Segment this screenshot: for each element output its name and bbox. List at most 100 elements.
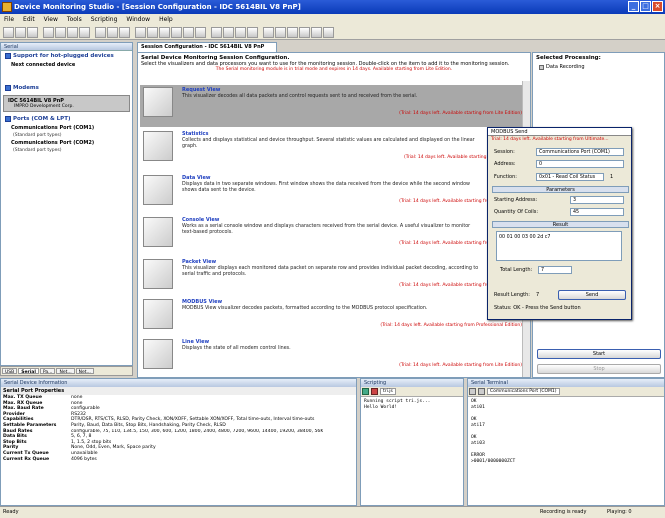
menu-bar: File Edit View Tools Scripting Window He… bbox=[0, 14, 665, 25]
address-select[interactable]: 0 bbox=[536, 160, 624, 168]
port-com1-subtitle: (Standard port types) bbox=[13, 133, 62, 138]
run-icon[interactable] bbox=[362, 388, 369, 395]
property-value: 4096 bytes bbox=[71, 456, 97, 462]
script-tab[interactable]: tri.js bbox=[380, 388, 396, 395]
terminal-tab[interactable]: Communications Port (COM1) bbox=[487, 388, 560, 395]
quantity-input[interactable]: 45 bbox=[570, 208, 624, 216]
stop-icon[interactable] bbox=[195, 27, 206, 38]
session-config-tab[interactable]: Session Configuration - IDC 5614BIL V8 P… bbox=[137, 42, 277, 52]
tab-network-2[interactable]: Net... bbox=[75, 368, 94, 375]
view-item-modbus[interactable]: MODBUS View MODBUS View visualizer decod… bbox=[140, 297, 526, 339]
support-title: Support for hot-plugged devices bbox=[13, 53, 114, 59]
script-output: Running script tri.js... Hello World! bbox=[361, 397, 463, 413]
close-button[interactable]: × bbox=[652, 1, 663, 12]
export-icon[interactable] bbox=[299, 27, 310, 38]
save-icon[interactable] bbox=[27, 27, 38, 38]
tools-icon[interactable] bbox=[263, 27, 274, 38]
selected-processing-title: Selected Processing: bbox=[536, 55, 601, 61]
tab-parallel[interactable]: Pa... bbox=[39, 368, 56, 375]
port-icon bbox=[5, 116, 11, 122]
play-icon[interactable] bbox=[171, 27, 182, 38]
modem-device-item[interactable]: IDC 5614BIL V8 PnP IMPRO Development Cor… bbox=[3, 95, 130, 112]
result-section: Result bbox=[492, 221, 629, 228]
list-icon[interactable] bbox=[235, 27, 246, 38]
menu-file[interactable]: File bbox=[4, 14, 14, 25]
terminal-output[interactable]: OK ati01 OK ati17 OK ati03 ERROR >0001/0… bbox=[468, 397, 664, 467]
function-select[interactable]: 0x01 - Read Coil Status bbox=[536, 173, 604, 181]
device-info-panel: Serial Device Information Serial Port Pr… bbox=[0, 378, 357, 506]
port-com2-item[interactable]: Communications Port (COM2) bbox=[1, 139, 132, 147]
result-length-label: Result Length: bbox=[494, 292, 530, 298]
port-com1-item[interactable]: Communications Port (COM1) bbox=[1, 124, 132, 132]
maximize-button[interactable]: □ bbox=[640, 1, 651, 12]
view-name: Request View bbox=[182, 87, 221, 93]
minimize-button[interactable]: _ bbox=[628, 1, 639, 12]
paste-icon[interactable] bbox=[67, 27, 78, 38]
view-item-request[interactable]: Request View This visualizer decodes all… bbox=[140, 85, 526, 127]
data-recording-item[interactable]: Data Recording bbox=[533, 63, 664, 71]
property-row: Current Rx Queue 4096 bytes bbox=[1, 457, 356, 463]
serial-terminal-header: Serial Terminal bbox=[468, 379, 664, 387]
find-icon[interactable] bbox=[119, 27, 130, 38]
menu-window[interactable]: Window bbox=[126, 14, 150, 25]
support-group[interactable]: Support for hot-plugged devices bbox=[1, 51, 132, 61]
delete-icon[interactable] bbox=[79, 27, 90, 38]
layout-icon[interactable] bbox=[223, 27, 234, 38]
view-item-packet[interactable]: Packet View This visualizer displays eac… bbox=[140, 257, 526, 299]
function-number: 1 bbox=[610, 174, 614, 180]
stop-button[interactable]: Stop bbox=[537, 364, 661, 374]
session-label: Session: bbox=[494, 149, 515, 155]
help-icon[interactable] bbox=[323, 27, 334, 38]
view-item-data[interactable]: Data View Displays data in two separate … bbox=[140, 173, 526, 215]
open-icon[interactable] bbox=[15, 27, 26, 38]
session-select[interactable]: Communications Port (COM1) bbox=[536, 148, 624, 156]
app-icon bbox=[2, 2, 12, 12]
clear-icon[interactable] bbox=[469, 388, 476, 395]
ports-group[interactable]: Ports (COM & LPT) bbox=[1, 114, 132, 124]
options-icon[interactable] bbox=[478, 388, 485, 395]
recording-status: Recording is ready bbox=[540, 509, 587, 515]
view-name: Data View bbox=[182, 175, 211, 181]
serial-port-properties-title: Serial Port Properties bbox=[1, 387, 356, 395]
print-icon[interactable] bbox=[95, 27, 106, 38]
window-icon[interactable] bbox=[211, 27, 222, 38]
view-description: This visualizer decodes all data packets… bbox=[182, 94, 418, 99]
cut-icon[interactable] bbox=[43, 27, 54, 38]
modems-group[interactable]: Modems bbox=[1, 83, 132, 93]
tab-network[interactable]: Net... bbox=[56, 368, 75, 375]
modbus-send-dialog: MODBUS Send Trial: 14 days left. Availab… bbox=[487, 127, 632, 320]
view-description: Displays the state of all modem control … bbox=[182, 346, 291, 351]
record-icon[interactable] bbox=[159, 27, 170, 38]
terminal-toolbar: Communications Port (COM1) bbox=[468, 387, 664, 397]
send-button[interactable]: Send bbox=[558, 290, 626, 300]
new-icon[interactable] bbox=[3, 27, 14, 38]
view-item-console[interactable]: Console View Works as a serial console w… bbox=[140, 215, 526, 257]
menu-view[interactable]: View bbox=[44, 14, 58, 25]
menu-scripting[interactable]: Scripting bbox=[91, 14, 118, 25]
preview-icon[interactable] bbox=[107, 27, 118, 38]
menu-edit[interactable]: Edit bbox=[23, 14, 35, 25]
view-name: Packet View bbox=[182, 259, 217, 265]
modbus-dialog-title: MODBUS Send bbox=[488, 128, 631, 136]
tab-usb[interactable]: USB bbox=[2, 368, 18, 375]
chart-icon[interactable] bbox=[247, 27, 258, 38]
modem-vendor: IMPRO Development Corp. bbox=[14, 104, 74, 109]
settings-icon[interactable] bbox=[147, 27, 158, 38]
view-item-statistics[interactable]: Statistics Collects and displays statist… bbox=[140, 129, 526, 171]
tab-serial[interactable]: Serial bbox=[18, 368, 39, 375]
stop-icon[interactable] bbox=[371, 388, 378, 395]
import-icon[interactable] bbox=[311, 27, 322, 38]
copy-icon[interactable] bbox=[55, 27, 66, 38]
terminal-icon[interactable] bbox=[287, 27, 298, 38]
start-button[interactable]: Start bbox=[537, 349, 661, 359]
pause-icon[interactable] bbox=[183, 27, 194, 38]
script-icon[interactable] bbox=[275, 27, 286, 38]
menu-tools[interactable]: Tools bbox=[67, 14, 82, 25]
starting-address-input[interactable]: 3 bbox=[570, 196, 624, 204]
properties-icon[interactable] bbox=[135, 27, 146, 38]
view-item-line[interactable]: Line View Displays the state of all mode… bbox=[140, 337, 526, 379]
toolbar bbox=[0, 25, 665, 40]
next-device-item[interactable]: Next connected device bbox=[1, 61, 132, 69]
toolbar-separator bbox=[91, 27, 94, 38]
menu-help[interactable]: Help bbox=[159, 14, 173, 25]
